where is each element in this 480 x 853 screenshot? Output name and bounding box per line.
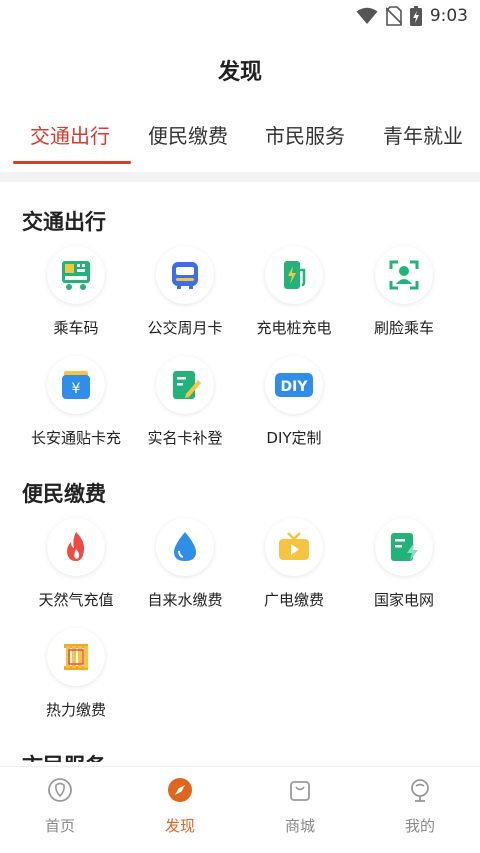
icon-circle: DIY (265, 356, 323, 414)
item-label: 广电缴费 (263, 591, 324, 609)
item-bus-pass[interactable]: 公交周月卡 (130, 246, 240, 338)
item-bus-qr[interactable]: 乘车码 (21, 246, 131, 338)
nav-profile[interactable]: 我的 (380, 777, 460, 836)
active-tab-indicator (13, 161, 131, 164)
icon-circle (47, 628, 105, 686)
flame-icon (67, 532, 85, 561)
compass-icon (168, 778, 192, 802)
icon-circle (47, 246, 105, 304)
item-label: 充电桩充电 (256, 319, 332, 337)
icon-circle (375, 246, 433, 304)
item-label: 公交周月卡 (147, 319, 223, 337)
item-gas-recharge[interactable]: 天然气充值 (21, 518, 131, 610)
icon-circle (375, 518, 433, 576)
tab-payment[interactable]: 便民缴费 (148, 120, 228, 149)
item-charging-pile[interactable]: 充电桩充电 (239, 246, 349, 338)
icon-circle: ¥ (47, 356, 105, 414)
icon-circle (156, 518, 214, 576)
item-diy-custom[interactable]: DIY DIY定制 (239, 356, 349, 448)
section-title-payment: 便民缴费 (22, 482, 106, 506)
charging-pile-icon (284, 261, 306, 289)
icon-circle (156, 356, 214, 414)
profile-icon (411, 779, 429, 802)
item-label: 热力缴费 (45, 701, 106, 719)
battery-charging-icon (409, 6, 422, 26)
item-label: 天然气充值 (38, 591, 114, 609)
shopping-bag-icon (290, 781, 310, 801)
bus-card-icon (172, 262, 198, 289)
section-title-citizen: 市民服务 (22, 750, 106, 762)
item-water-payment[interactable]: 自来水缴费 (130, 518, 240, 610)
icon-circle (47, 518, 105, 576)
nav-label: 我的 (404, 817, 435, 835)
nav-label: 商城 (284, 817, 315, 835)
yuan-symbol: ¥ (72, 381, 81, 397)
status-bar: 9:03 (0, 0, 480, 34)
water-drop-icon (174, 532, 196, 561)
item-face-ride[interactable]: 刷脸乘车 (349, 246, 459, 338)
tab-citizen-service[interactable]: 市民服务 (265, 120, 345, 149)
diy-icon-text: DIY (281, 379, 309, 395)
edit-card-icon (173, 371, 201, 399)
item-card-registration[interactable]: 实名卡补登 (130, 356, 240, 448)
tab-traffic[interactable]: 交通出行 (30, 120, 110, 149)
icon-circle (156, 246, 214, 304)
bottom-nav: 首页 发现 商城 我的 (0, 766, 480, 853)
tab-divider (0, 172, 480, 182)
item-card-recharge[interactable]: ¥ 长安通贴卡充 (21, 356, 131, 448)
home-icon (48, 778, 72, 802)
page-title: 发现 (217, 60, 262, 85)
tab-youth-employment[interactable]: 青年就业 (383, 120, 463, 149)
item-heating-payment[interactable]: 热力缴费 (21, 628, 131, 720)
content-area: 交通出行 乘车码 公交周月卡 充电桩充电 刷脸乘车 ¥ 长安通贴卡充 实名卡补登… (0, 182, 480, 762)
nav-mall[interactable]: 商城 (260, 777, 340, 836)
item-label: 乘车码 (53, 319, 99, 337)
item-state-grid[interactable]: 国家电网 (349, 518, 459, 610)
item-cable-tv-payment[interactable]: 广电缴费 (239, 518, 349, 610)
status-icons: 9:03 (356, 6, 468, 26)
wifi-icon (356, 7, 378, 24)
nav-home[interactable]: 首页 (20, 777, 100, 836)
diy-icon: DIY (275, 373, 313, 397)
status-time: 9:03 (429, 6, 468, 26)
item-label: 实名卡补登 (147, 429, 223, 447)
icon-circle (265, 518, 323, 576)
item-label: 刷脸乘车 (373, 319, 434, 337)
wallet-yuan-icon: ¥ (62, 371, 90, 399)
icon-circle (265, 246, 323, 304)
power-grid-icon (391, 533, 418, 561)
face-scan-icon (389, 260, 419, 290)
no-sim-icon (385, 6, 402, 26)
nav-discover[interactable]: 发现 (140, 777, 220, 836)
item-label: 国家电网 (373, 591, 434, 609)
radiator-icon (64, 644, 88, 670)
item-label: 长安通贴卡充 (30, 429, 121, 447)
section-title-traffic: 交通出行 (22, 210, 106, 234)
item-label: 自来水缴费 (147, 591, 223, 609)
nav-label: 首页 (44, 817, 75, 835)
tv-icon (279, 532, 309, 560)
bus-qr-icon (62, 261, 90, 290)
nav-label: 发现 (164, 817, 195, 835)
item-label: DIY定制 (266, 429, 322, 447)
category-tabs: 交通出行 便民缴费 市民服务 青年就业 (0, 114, 480, 166)
